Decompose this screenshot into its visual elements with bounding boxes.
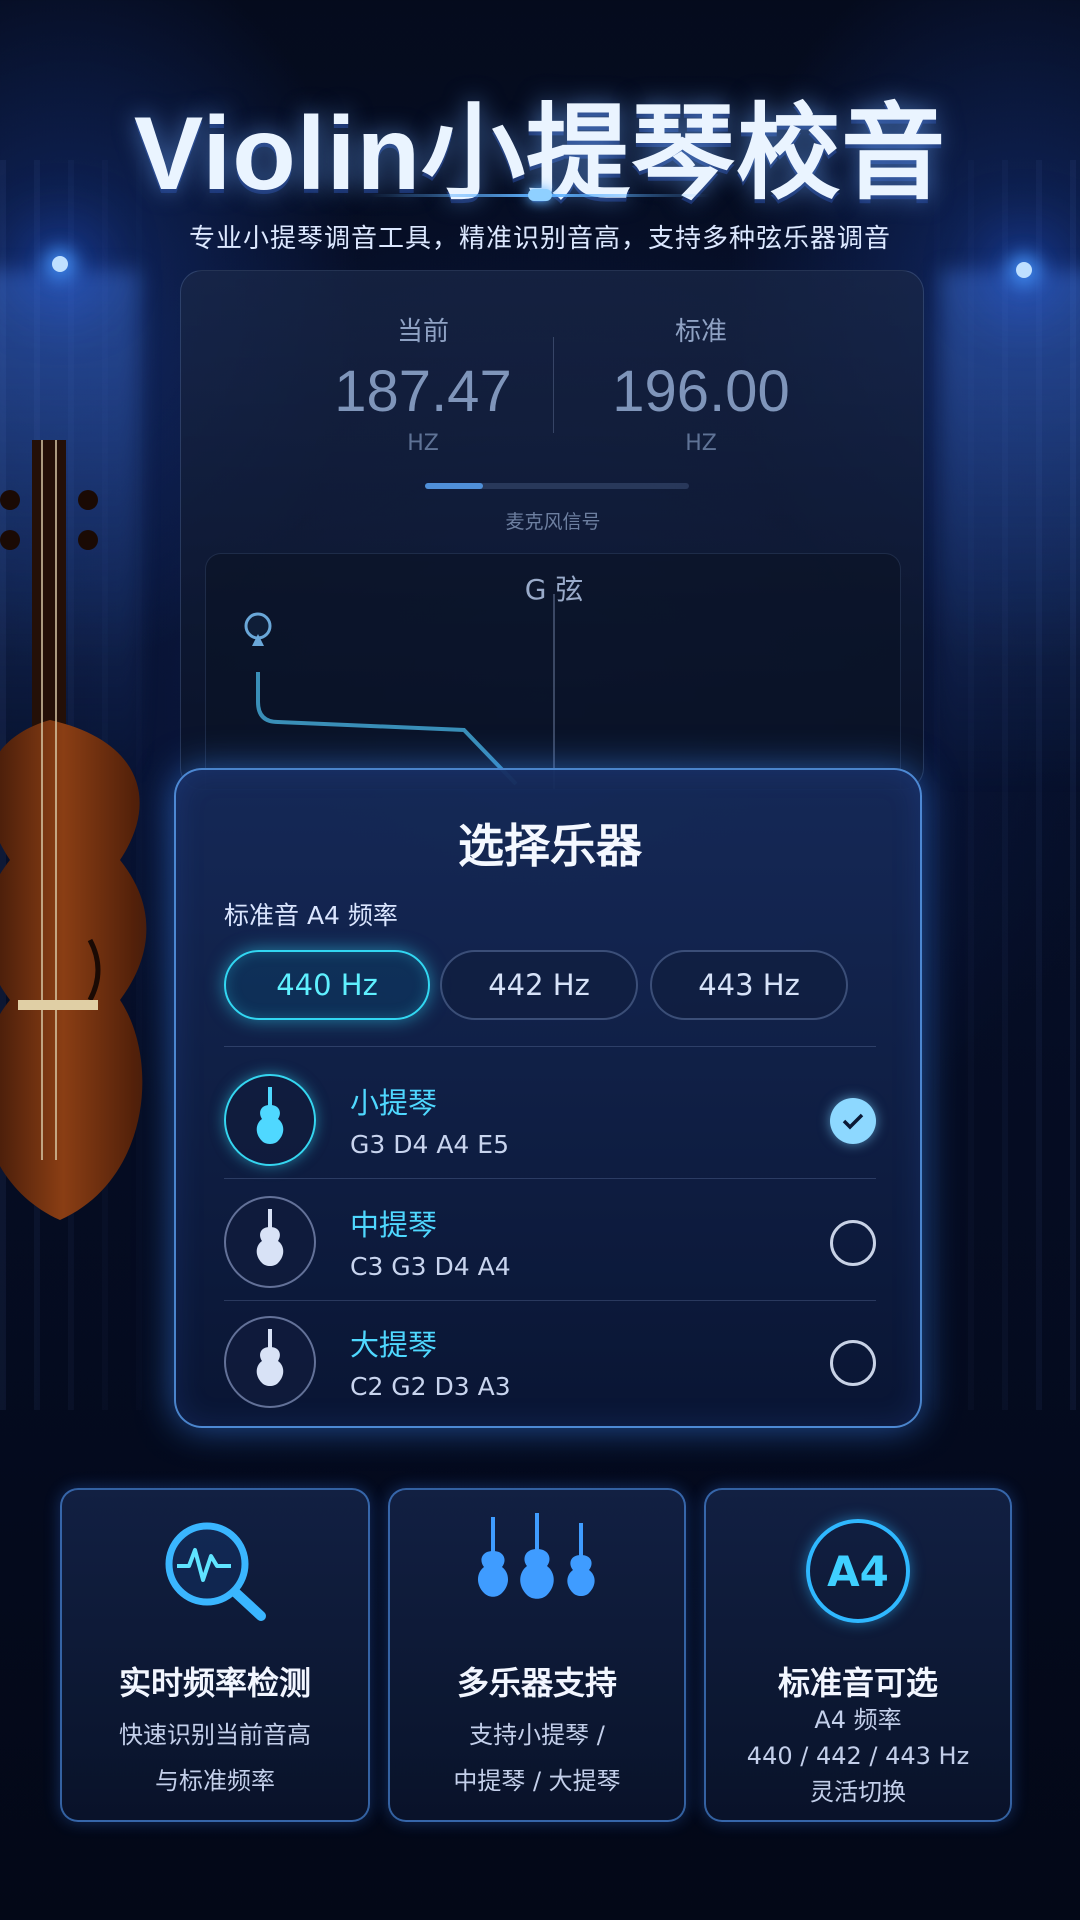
title-divider-gem <box>528 189 552 201</box>
selected-check-icon[interactable] <box>830 1098 876 1144</box>
current-unit: HZ <box>407 431 439 456</box>
standard-value: 196.00 <box>612 359 790 424</box>
cello-icon <box>224 1316 316 1408</box>
a4-frequency-label: 标准音 A4 频率 <box>224 901 398 930</box>
spotlight-beam-right <box>940 270 1080 790</box>
divider <box>224 1046 876 1047</box>
current-value: 187.47 <box>334 359 512 424</box>
frequency-divider <box>553 337 554 433</box>
feature-desc-line: 支持小提琴 / <box>469 1721 605 1749</box>
mic-signal-fill <box>425 483 484 489</box>
radio-unselected-icon[interactable] <box>830 1220 876 1266</box>
standard-frequency: 标准 196.00 HZ <box>571 311 831 456</box>
freq-option-442[interactable]: 442 Hz <box>440 950 638 1020</box>
standard-unit: HZ <box>685 431 717 456</box>
feature-card-standard-pitch: A4 标准音可选 A4 频率 440 / 442 / 443 Hz 灵活切换 <box>704 1488 1012 1822</box>
dialog-title: 选择乐器 <box>458 819 642 873</box>
frequency-search-icon <box>62 1512 368 1630</box>
feature-desc-line: 中提琴 / 大提琴 <box>453 1767 621 1795</box>
instrument-name: 小提琴 <box>350 1086 438 1120</box>
spotlight-left <box>52 256 68 272</box>
feature-title: 实时频率检测 <box>118 1664 311 1702</box>
feature-desc-line: 快速识别当前音高 <box>119 1721 311 1749</box>
instrument-option-violin[interactable]: 小提琴 G3 D4 A4 E5 <box>224 1058 876 1178</box>
violin-icon <box>224 1074 316 1166</box>
instrument-picker-dialog: 选择乐器 标准音 A4 频率 440 Hz 442 Hz 443 Hz 小提琴 … <box>174 768 922 1428</box>
instrument-name: 中提琴 <box>350 1208 438 1242</box>
feature-desc-line: 与标准频率 <box>155 1767 275 1795</box>
feature-card-instruments: 多乐器支持 支持小提琴 / 中提琴 / 大提琴 <box>388 1488 686 1822</box>
feature-title: 标准音可选 <box>777 1664 938 1702</box>
page-subtitle: 专业小提琴调音工具，精准识别音高，支持多种弦乐器调音 <box>188 224 891 254</box>
instrument-name: 大提琴 <box>350 1328 438 1362</box>
feature-card-realtime: 实时频率检测 快速识别当前音高 与标准频率 <box>60 1488 370 1822</box>
pitch-trace <box>244 594 555 789</box>
standard-label: 标准 <box>674 317 727 347</box>
viola-icon <box>224 1196 316 1288</box>
feature-desc-line: 440 / 442 / 443 Hz <box>746 1742 970 1770</box>
radio-unselected-icon[interactable] <box>830 1340 876 1386</box>
freq-option-440[interactable]: 440 Hz <box>224 950 430 1020</box>
feature-desc-line: A4 频率 <box>814 1706 902 1734</box>
feature-desc: 支持小提琴 / 中提琴 / 大提琴 <box>390 1712 684 1804</box>
current-frequency: 当前 187.47 HZ <box>293 311 553 456</box>
feature-desc-line: 灵活切换 <box>810 1778 906 1806</box>
mic-signal-label: 麦克风信号 <box>505 511 601 533</box>
a4-badge-icon: A4 <box>706 1512 1010 1630</box>
instrument-option-cello[interactable]: 大提琴 C2 G2 D3 A3 <box>224 1300 876 1420</box>
instrument-option-viola[interactable]: 中提琴 C3 G3 D4 A4 <box>224 1180 876 1300</box>
instrument-notes: C2 G2 D3 A3 <box>350 1372 511 1401</box>
current-label: 当前 <box>396 317 449 347</box>
divider <box>224 1178 876 1179</box>
spotlight-right <box>1016 262 1032 278</box>
instruments-icon <box>390 1512 684 1630</box>
instrument-notes: G3 D4 A4 E5 <box>350 1130 509 1159</box>
freq-option-443[interactable]: 443 Hz <box>650 950 848 1020</box>
feature-desc: A4 频率 440 / 442 / 443 Hz 灵活切换 <box>706 1702 1010 1810</box>
feature-title: 多乐器支持 <box>456 1664 617 1702</box>
feature-desc: 快速识别当前音高 与标准频率 <box>62 1712 368 1804</box>
tuner-panel: 当前 187.47 HZ 标准 196.00 HZ 麦克风信号 G 弦 <box>180 270 924 790</box>
mic-signal-bar <box>425 483 689 489</box>
violin-illustration <box>0 440 147 1220</box>
instrument-notes: C3 G3 D4 A4 <box>350 1252 511 1281</box>
a4-badge-text: A4 <box>806 1519 910 1623</box>
pitch-graph: G 弦 <box>205 553 901 789</box>
